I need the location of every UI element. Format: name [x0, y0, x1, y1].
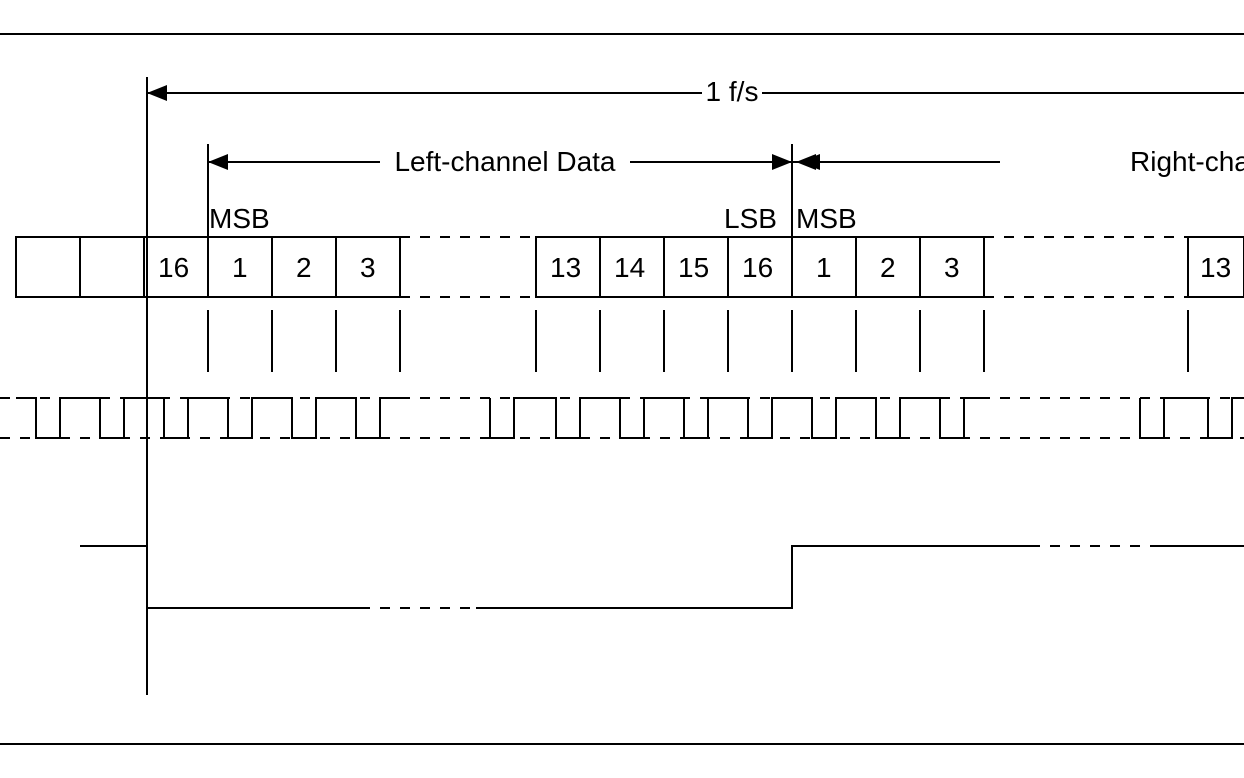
tick-marks — [208, 310, 1188, 372]
cell-14a: 14 — [614, 252, 645, 283]
cell-text: 16 1 2 3 13 14 15 16 1 2 3 13 — [158, 252, 1231, 283]
cell-3b: 3 — [944, 252, 960, 283]
lrck-waveform — [80, 546, 1244, 608]
right-channel-label: Right-channel Da — [1130, 146, 1244, 177]
clock-waveform — [0, 398, 1244, 438]
lsb-label: LSB — [724, 203, 777, 234]
cell-3a: 3 — [360, 252, 376, 283]
diagram-svg: 1 f/s Left-channel Data Right-channel Da — [0, 0, 1244, 778]
cell-16a: 16 — [158, 252, 189, 283]
left-channel-dim: Left-channel Data — [208, 144, 792, 237]
msb-label-1: MSB — [209, 203, 270, 234]
cell-1a: 1 — [232, 252, 248, 283]
frame-period-label: 1 f/s — [706, 76, 759, 107]
cell-15a: 15 — [678, 252, 709, 283]
left-channel-label: Left-channel Data — [394, 146, 615, 177]
cell-2b: 2 — [880, 252, 896, 283]
cell-16b: 16 — [742, 252, 773, 283]
frame-period-arrow: 1 f/s — [147, 76, 1244, 107]
cell-1b: 1 — [816, 252, 832, 283]
cell-13b: 13 — [1200, 252, 1231, 283]
right-channel-dim-arrow: Right-channel Da — [792, 146, 1244, 177]
timing-diagram: 1 f/s Left-channel Data Right-channel Da — [0, 0, 1244, 778]
msb-label-2: MSB — [796, 203, 857, 234]
cell-13a: 13 — [550, 252, 581, 283]
cell-2a: 2 — [296, 252, 312, 283]
